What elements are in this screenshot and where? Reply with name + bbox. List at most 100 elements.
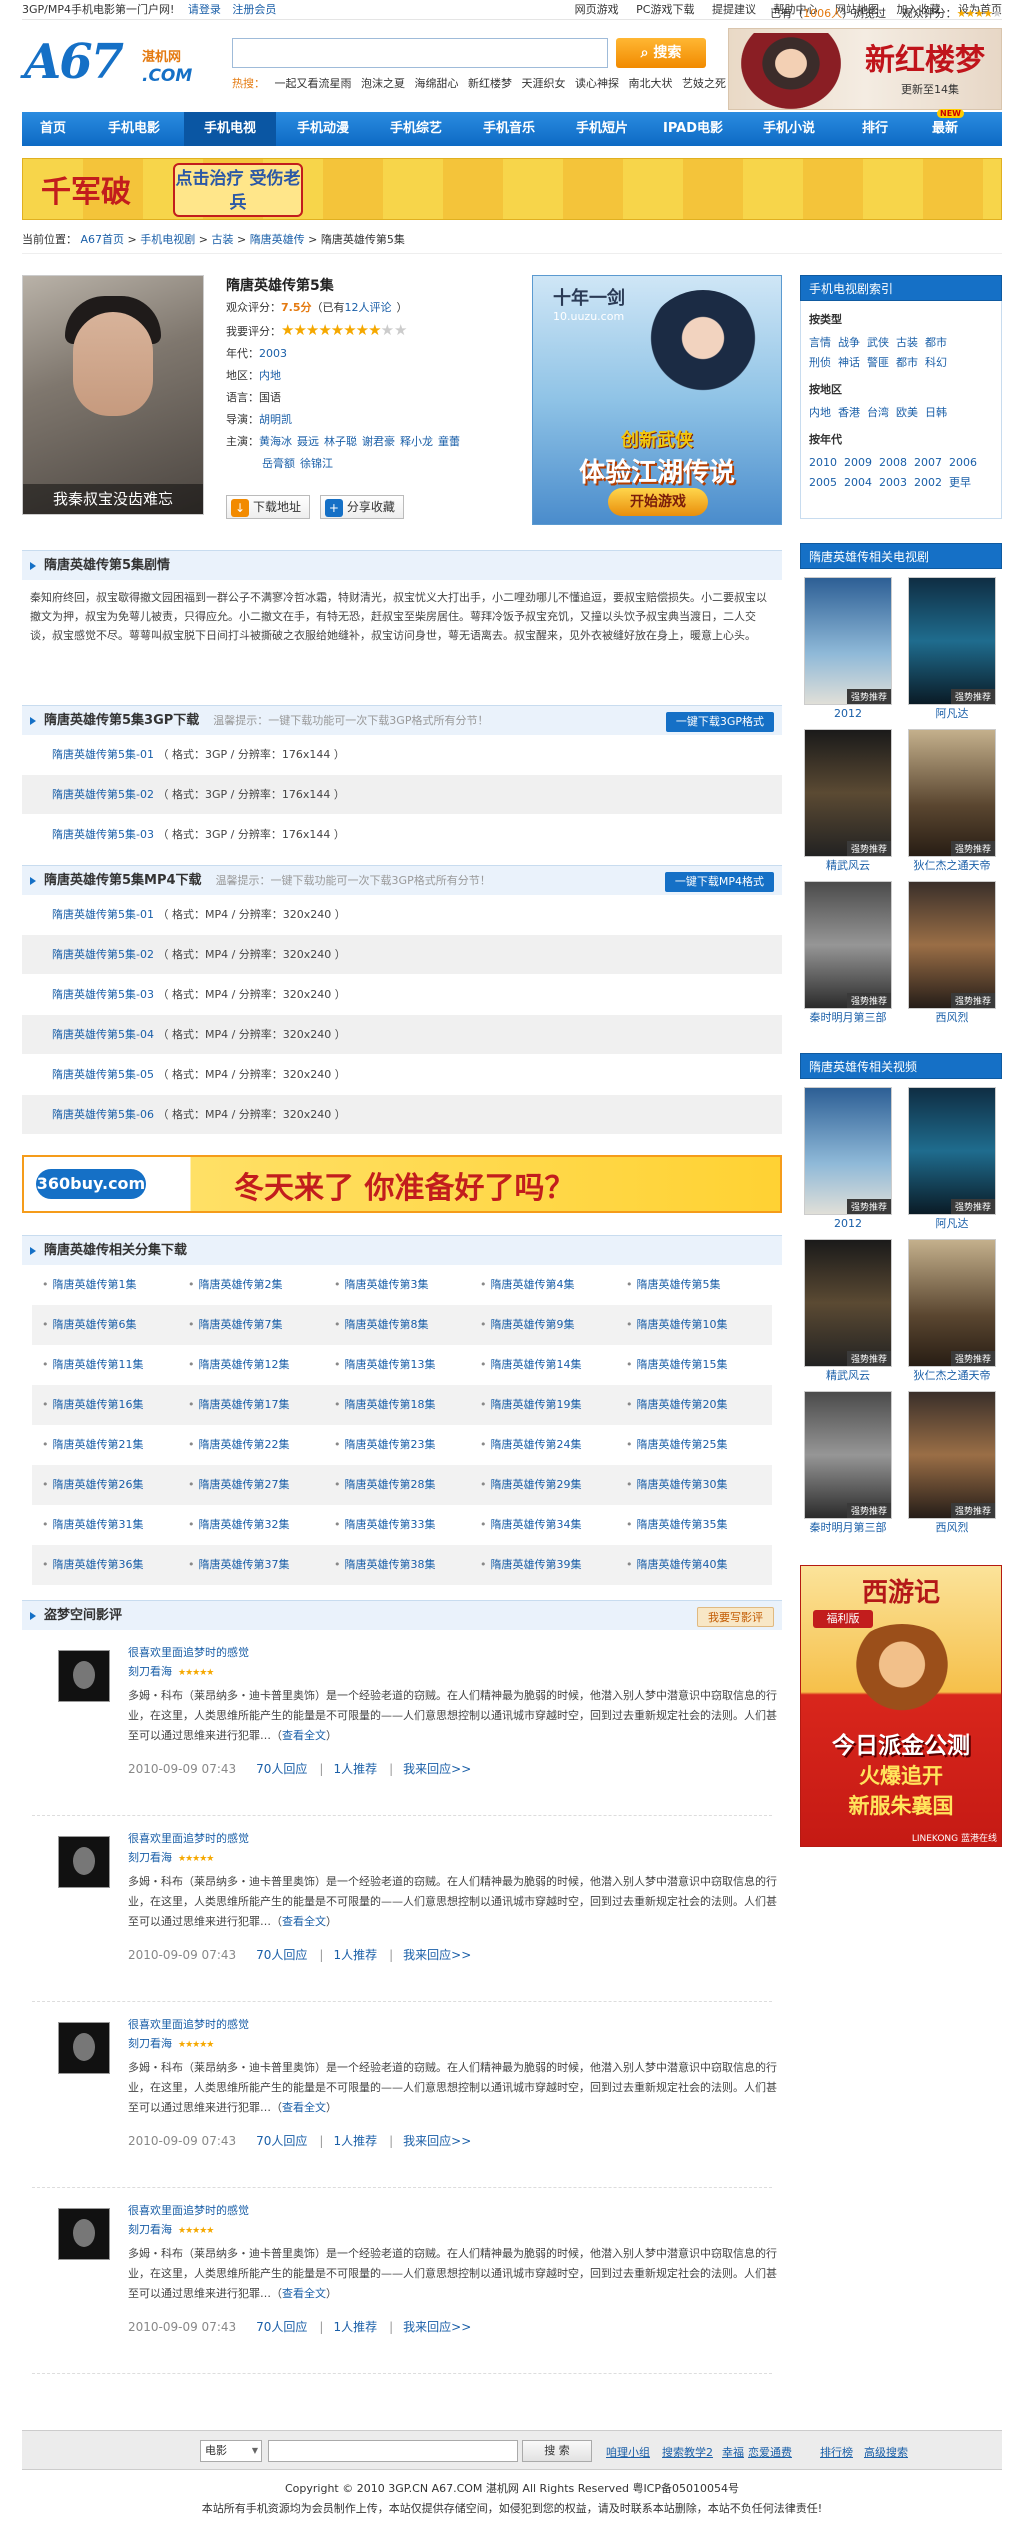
search-button[interactable]: ⌕ 搜索 [616, 38, 706, 68]
wide-banner-ad[interactable]: 千军破 点击治疗 受伤老兵 [22, 158, 1002, 220]
top-banner-ad[interactable]: 新红楼梦 更新至14集 [728, 28, 1002, 110]
hot-link[interactable]: 天涯织女 [522, 77, 566, 90]
cast-link[interactable]: 童蕾 [438, 435, 460, 448]
episode-link[interactable]: 隋唐英雄传第26集 [53, 1478, 144, 1491]
download-link[interactable]: 隋唐英雄传第5集-06 [52, 1108, 154, 1121]
search-input[interactable] [232, 38, 608, 68]
replies-link[interactable]: 70人回应 [256, 2320, 307, 2334]
top-link-suggest[interactable]: 提提建议 [712, 3, 756, 16]
type-link[interactable]: 都市 [896, 356, 918, 369]
reply-link[interactable]: 我来回应>> [403, 2134, 471, 2148]
episode-link[interactable]: 隋唐英雄传第20集 [637, 1398, 728, 1411]
recommend-link[interactable]: 1人推荐 [333, 1762, 377, 1776]
rating-star-input[interactable]: ★★★★★★★★ [281, 321, 382, 339]
download-link[interactable]: 隋唐英雄传第5集-03 [52, 988, 154, 1001]
nav-anime[interactable]: 手机动漫 [276, 112, 370, 146]
register-link[interactable]: 注册会员 [232, 3, 276, 16]
episode-link[interactable]: 隋唐英雄传第14集 [491, 1358, 582, 1371]
related-thumb[interactable]: 强势推荐 秦时明月第三部 [804, 881, 892, 1027]
recommend-link[interactable]: 1人推荐 [333, 2134, 377, 2148]
login-link[interactable]: 请登录 [188, 3, 221, 16]
related-thumb[interactable]: 强势推荐 秦时明月第三部 [804, 1391, 892, 1537]
cast-link[interactable]: 释小龙 [400, 435, 433, 448]
episode-link[interactable]: 隋唐英雄传第24集 [491, 1438, 582, 1451]
related-thumb[interactable]: 强势推荐 阿凡达 [908, 577, 996, 723]
hot-link[interactable]: 读心神探 [575, 77, 619, 90]
breadcrumb-series[interactable]: 隋唐英雄传 [250, 233, 305, 246]
footer-link[interactable]: 排行榜 [820, 2444, 853, 2460]
review-user-link[interactable]: 刻刀看海 [128, 1851, 172, 1864]
avatar[interactable] [58, 1836, 110, 1888]
review-title[interactable]: 很喜欢里面追梦时的感觉 [128, 2016, 249, 2032]
review-title[interactable]: 很喜欢里面追梦时的感觉 [128, 2202, 249, 2218]
download-link[interactable]: 隋唐英雄传第5集-01 [52, 908, 154, 921]
rating-star-input-empty[interactable]: ★★ [381, 321, 408, 339]
avatar[interactable] [58, 2022, 110, 2074]
footer-link[interactable]: 幸福 [722, 2444, 744, 2460]
nav-rank[interactable]: 排行 [840, 112, 910, 146]
episode-link[interactable]: 隋唐英雄传第6集 [53, 1318, 137, 1331]
download-all-3gp-button[interactable]: 一键下载3GP格式 [665, 712, 774, 732]
year-link[interactable]: 2003 [259, 347, 287, 360]
episode-link[interactable]: 隋唐英雄传第9集 [491, 1318, 575, 1331]
share-button[interactable]: + 分享收藏 [319, 495, 404, 519]
type-link[interactable]: 科幻 [925, 356, 947, 369]
nav-shorts[interactable]: 手机短片 [556, 112, 648, 146]
download-link[interactable]: 隋唐英雄传第5集-04 [52, 1028, 154, 1041]
site-logo[interactable]: A67 湛机网 .COM [24, 32, 214, 100]
episode-link[interactable]: 隋唐英雄传第17集 [199, 1398, 290, 1411]
review-title[interactable]: 很喜欢里面追梦时的感觉 [128, 1644, 249, 1660]
download-link[interactable]: 隋唐英雄传第5集-03 [52, 828, 154, 841]
episode-link[interactable]: 隋唐英雄传第27集 [199, 1478, 290, 1491]
related-thumb[interactable]: 强势推荐 狄仁杰之通天帝 [908, 1239, 996, 1385]
nav-novel[interactable]: 手机小说 [738, 112, 840, 146]
related-thumb[interactable]: 强势推荐 精武风云 [804, 729, 892, 875]
reply-link[interactable]: 我来回应>> [403, 2320, 471, 2334]
hot-link[interactable]: 南北大状 [629, 77, 673, 90]
episode-link[interactable]: 隋唐英雄传第35集 [637, 1518, 728, 1531]
cast-link[interactable]: 岳膏额 [262, 457, 295, 470]
comments-link[interactable]: 12人评论 [345, 301, 392, 314]
footer-category-select[interactable]: 电影 [200, 2440, 262, 2462]
type-link[interactable]: 警匪 [867, 356, 889, 369]
reply-link[interactable]: 我来回应>> [403, 1948, 471, 1962]
hot-link[interactable]: 新红楼梦 [468, 77, 512, 90]
download-link[interactable]: 隋唐英雄传第5集-02 [52, 788, 154, 801]
episode-link[interactable]: 隋唐英雄传第30集 [637, 1478, 728, 1491]
read-more-link[interactable]: 查看全文 [282, 2101, 326, 2114]
review-user-link[interactable]: 刻刀看海 [128, 1665, 172, 1678]
replies-link[interactable]: 70人回应 [256, 1762, 307, 1776]
breadcrumb-tv[interactable]: 手机电视剧 [140, 233, 195, 246]
cast-link[interactable]: 谢君豪 [362, 435, 395, 448]
reply-link[interactable]: 我来回应>> [403, 1762, 471, 1776]
footer-link[interactable]: 恋爱通费 [748, 2444, 792, 2460]
nav-home[interactable]: 首页 [22, 112, 84, 146]
breadcrumb-home[interactable]: A67首页 [81, 233, 125, 246]
episode-link[interactable]: 隋唐英雄传第8集 [345, 1318, 429, 1331]
year-filter-link[interactable]: 更早 [949, 476, 971, 489]
hot-link[interactable]: 艺妓之死 [682, 77, 726, 90]
shop-banner-ad[interactable]: 360buy.com 冬天来了 你准备好了吗？ [22, 1155, 782, 1213]
cast-link[interactable]: 聂远 [297, 435, 319, 448]
hot-link[interactable]: 一起又看流星雨 [275, 77, 352, 90]
episode-link[interactable]: 隋唐英雄传第22集 [199, 1438, 290, 1451]
episode-link[interactable]: 隋唐英雄传第15集 [637, 1358, 728, 1371]
episode-link[interactable]: 隋唐英雄传第19集 [491, 1398, 582, 1411]
download-button[interactable]: ↓ 下载地址 [226, 495, 311, 519]
top-link-pcgame[interactable]: PC游戏下载 [636, 3, 694, 16]
read-more-link[interactable]: 查看全文 [282, 1729, 326, 1742]
year-filter-link[interactable]: 2003 [879, 476, 907, 489]
episode-link[interactable]: 隋唐英雄传第10集 [637, 1318, 728, 1331]
episode-link[interactable]: 隋唐英雄传第4集 [491, 1278, 575, 1291]
nav-music[interactable]: 手机音乐 [462, 112, 556, 146]
year-filter-link[interactable]: 2007 [914, 456, 942, 469]
footer-search-input[interactable] [268, 2440, 518, 2462]
replies-link[interactable]: 70人回应 [256, 1948, 307, 1962]
hot-link[interactable]: 海绵甜心 [415, 77, 459, 90]
episode-link[interactable]: 隋唐英雄传第33集 [345, 1518, 436, 1531]
footer-link[interactable]: 搜索教学2 [662, 2444, 713, 2460]
episode-link[interactable]: 隋唐英雄传第12集 [199, 1358, 290, 1371]
episode-link[interactable]: 隋唐英雄传第38集 [345, 1558, 436, 1571]
read-more-link[interactable]: 查看全文 [282, 2287, 326, 2300]
recommend-link[interactable]: 1人推荐 [333, 2320, 377, 2334]
